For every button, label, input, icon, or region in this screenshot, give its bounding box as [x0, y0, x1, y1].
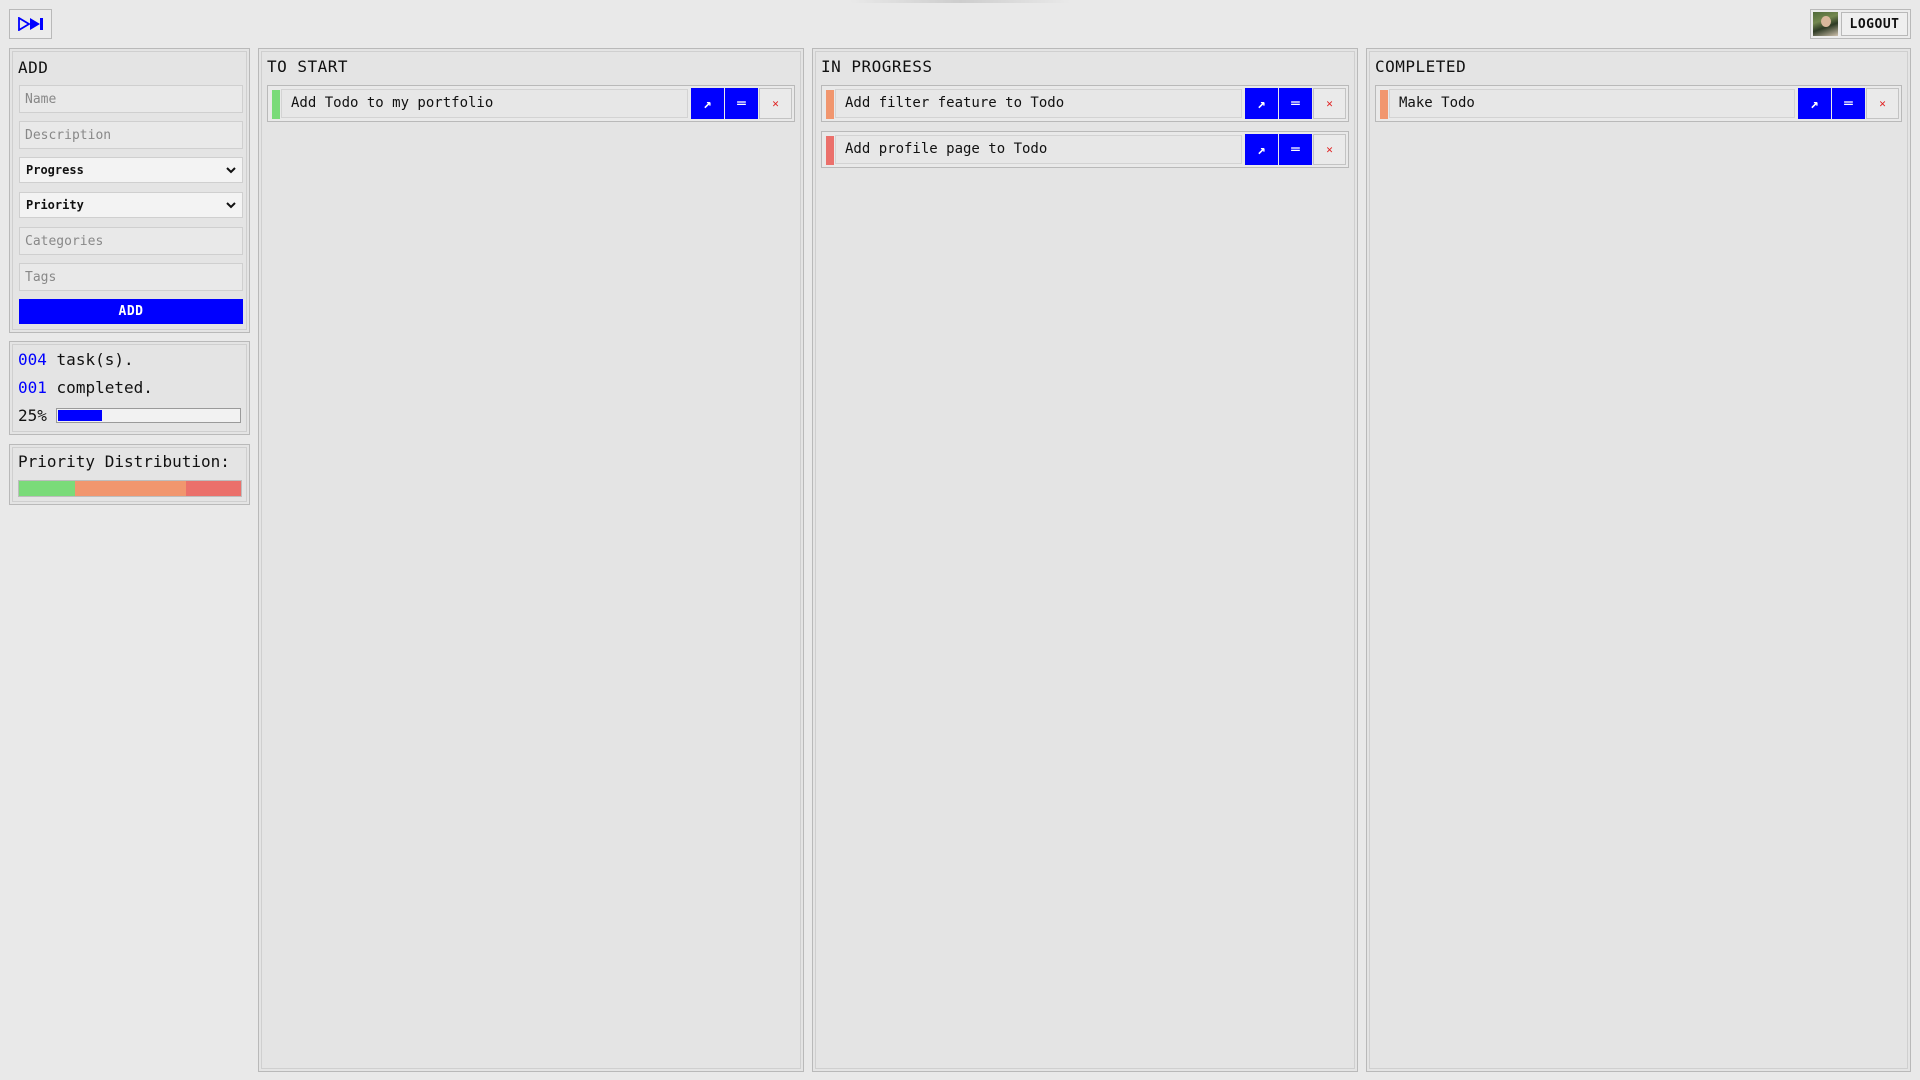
priority-indicator [272, 90, 280, 119]
column-completed: COMPLETED Make Todo ↗ ═ ✕ [1366, 48, 1911, 1072]
priority-select-value: Priority [26, 198, 84, 212]
todo-item-name: Add Todo to my portfolio [281, 89, 688, 118]
edit-task-button[interactable]: ═ [1279, 134, 1312, 165]
close-icon: ✕ [1326, 97, 1333, 110]
arrow-up-right-icon: ↗ [1257, 95, 1266, 112]
edit-task-button[interactable]: ═ [1832, 88, 1865, 119]
todo-item-name: Add filter feature to Todo [835, 89, 1242, 118]
edit-task-button[interactable]: ═ [725, 88, 758, 119]
delete-task-button[interactable]: ✕ [759, 88, 792, 119]
open-task-button[interactable]: ↗ [1245, 134, 1278, 165]
progress-select-value: Progress [26, 163, 84, 177]
chevron-down-icon [226, 166, 236, 173]
todo-item[interactable]: Add filter feature to Todo ↗ ═ ✕ [821, 85, 1349, 122]
add-panel-title: ADD [18, 58, 49, 77]
arrow-up-right-icon: ↗ [703, 95, 712, 112]
priority-segment-medium [74, 481, 186, 496]
edit-task-button[interactable]: ═ [1279, 88, 1312, 119]
task-count-line: 004 task(s). [18, 350, 134, 369]
todo-item[interactable]: Add profile page to Todo ↗ ═ ✕ [821, 131, 1349, 168]
priority-segment-high [185, 481, 241, 496]
priority-select[interactable]: Priority [19, 192, 243, 218]
add-panel: ADD Progress Priority ADD [9, 48, 250, 333]
arrow-up-right-icon: ↗ [1810, 95, 1819, 112]
delete-task-button[interactable]: ✕ [1313, 88, 1346, 119]
add-button[interactable]: ADD [19, 299, 243, 324]
top-indicator [850, 0, 1070, 3]
close-icon: ✕ [1879, 97, 1886, 110]
progress-select[interactable]: Progress [19, 157, 243, 183]
completion-progress-bar [56, 408, 241, 423]
equals-icon: ═ [1844, 95, 1853, 112]
column-in-progress: IN PROGRESS Add filter feature to Todo ↗ ═… [812, 48, 1358, 1072]
priority-indicator [826, 136, 834, 165]
priority-indicator [1380, 90, 1388, 119]
todo-item[interactable]: Make Todo ↗ ═ ✕ [1375, 85, 1902, 122]
equals-icon: ═ [1291, 95, 1300, 112]
description-input[interactable] [19, 121, 243, 149]
categories-input[interactable] [19, 227, 243, 255]
todo-item-name: Add profile page to Todo [835, 135, 1242, 164]
column-to-start: TO START Add Todo to my portfolio ↗ ═ ✕ [258, 48, 804, 1072]
logout-button[interactable]: LOGOUT [1841, 12, 1908, 36]
column-in-progress-title: IN PROGRESS [821, 57, 933, 76]
completed-count-label: completed. [56, 378, 153, 397]
open-task-button[interactable]: ↗ [1798, 88, 1831, 119]
delete-task-button[interactable]: ✕ [1313, 134, 1346, 165]
chevron-down-icon [226, 201, 236, 208]
priority-indicator [826, 90, 834, 119]
tags-input[interactable] [19, 263, 243, 291]
arrow-up-right-icon: ↗ [1257, 141, 1266, 158]
task-count: 004 [18, 350, 47, 369]
column-completed-title: COMPLETED [1375, 57, 1467, 76]
play-forward-icon [17, 17, 43, 31]
priority-segment-low [19, 481, 75, 496]
completion-progress-fill [58, 410, 102, 421]
column-to-start-title: TO START [267, 57, 349, 76]
delete-task-button[interactable]: ✕ [1866, 88, 1899, 119]
user-box: LOGOUT [1810, 9, 1911, 39]
priority-distribution-title: Priority Distribution: [18, 452, 230, 471]
open-task-button[interactable]: ↗ [1245, 88, 1278, 119]
avatar[interactable] [1813, 12, 1838, 36]
todo-item[interactable]: Add Todo to my portfolio ↗ ═ ✕ [267, 85, 795, 122]
percent-label: 25% [18, 406, 47, 425]
completed-count-line: 001 completed. [18, 378, 153, 397]
name-input[interactable] [19, 85, 243, 113]
equals-icon: ═ [1291, 141, 1300, 158]
app-logo-button[interactable] [9, 9, 52, 39]
close-icon: ✕ [1326, 143, 1333, 156]
priority-distribution-bar [18, 480, 242, 497]
task-count-label: task(s). [56, 350, 134, 369]
completed-count: 001 [18, 378, 47, 397]
open-task-button[interactable]: ↗ [691, 88, 724, 119]
close-icon: ✕ [772, 97, 779, 110]
equals-icon: ═ [737, 95, 746, 112]
todo-item-name: Make Todo [1389, 89, 1795, 118]
